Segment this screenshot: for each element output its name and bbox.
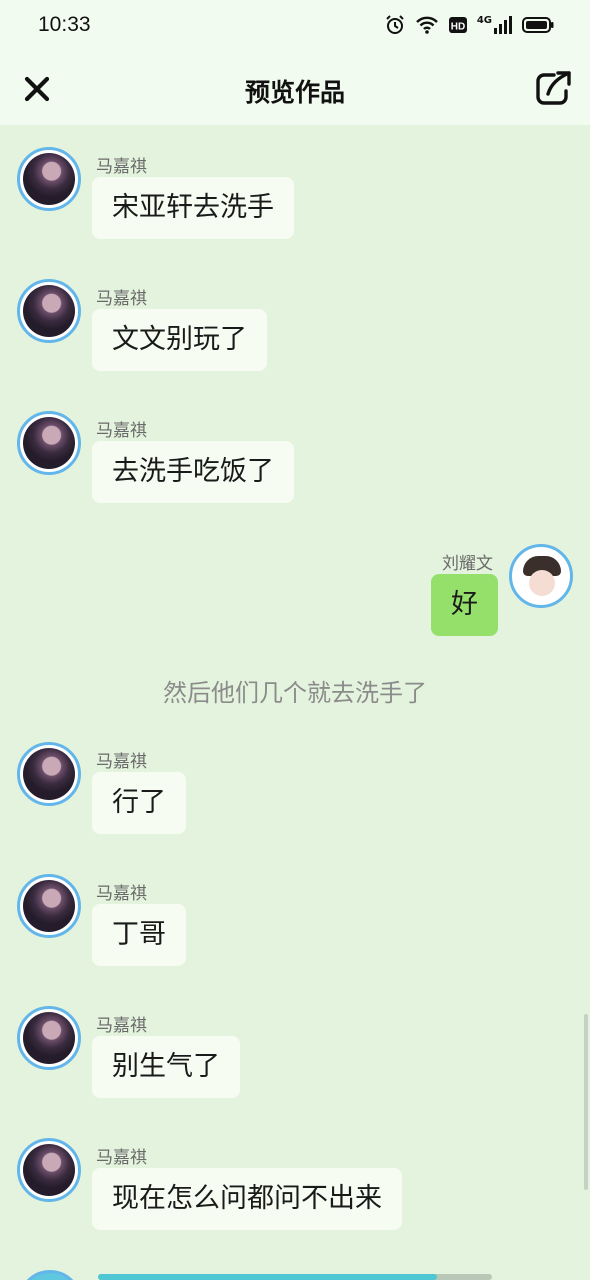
status-icons: HD 4G (384, 14, 554, 36)
progress-bar[interactable] (98, 1274, 492, 1280)
page-title: 预览作品 (244, 78, 345, 107)
battery-icon (522, 17, 554, 33)
message-bubble[interactable]: 去洗手吃饭了 (92, 441, 294, 503)
sender-name: 马嘉祺 (96, 884, 147, 904)
message-bubble[interactable]: 丁哥 (92, 904, 186, 966)
signal-icon (494, 16, 512, 34)
sender-name: 马嘉祺 (96, 1148, 147, 1168)
progress-fill (98, 1274, 437, 1280)
sender-name: 马嘉祺 (96, 421, 147, 441)
avatar[interactable] (17, 411, 81, 475)
network-type: 4G (476, 14, 492, 26)
share-button[interactable] (534, 70, 572, 108)
message-bubble[interactable]: 文文别玩了 (92, 309, 267, 371)
scrollbar[interactable] (584, 1014, 588, 1190)
avatar[interactable] (17, 874, 81, 938)
sender-name: 马嘉祺 (96, 752, 147, 772)
message-bubble[interactable]: 现在怎么问都问不出来 (92, 1168, 402, 1230)
status-bar: 10:33 HD 4G (0, 0, 590, 56)
message-bubble[interactable]: 好 (431, 574, 498, 636)
sender-name: 马嘉祺 (96, 289, 147, 309)
hd-icon: HD (448, 17, 467, 33)
chat-area[interactable]: 马嘉祺 宋亚轩去洗手 马嘉祺 文文别玩了 马嘉祺 去洗手吃饭了 刘耀文 好 然后… (0, 125, 590, 1280)
share-icon (536, 71, 571, 105)
sender-name: 马嘉祺 (96, 1016, 147, 1036)
sender-name: 刘耀文 (442, 554, 493, 574)
avatar[interactable] (17, 742, 81, 806)
wifi-icon (415, 16, 438, 34)
status-time: 10:33 (38, 13, 91, 36)
avatar[interactable] (17, 1138, 81, 1202)
avatar[interactable] (17, 279, 81, 343)
message-bubble[interactable]: 别生气了 (92, 1036, 240, 1098)
avatar[interactable] (17, 147, 81, 211)
message-bubble[interactable]: 行了 (92, 772, 186, 834)
message-bubble[interactable]: 宋亚轩去洗手 (92, 177, 294, 239)
avatar[interactable] (509, 544, 573, 608)
avatar[interactable] (17, 1006, 81, 1070)
alarm-icon (386, 15, 404, 34)
app-header: 预览作品 (0, 56, 590, 125)
narration-text: 然后他们几个就去洗手了 (163, 679, 427, 707)
sender-name: 马嘉祺 (96, 157, 147, 177)
svg-text:HD: HD (451, 22, 465, 33)
